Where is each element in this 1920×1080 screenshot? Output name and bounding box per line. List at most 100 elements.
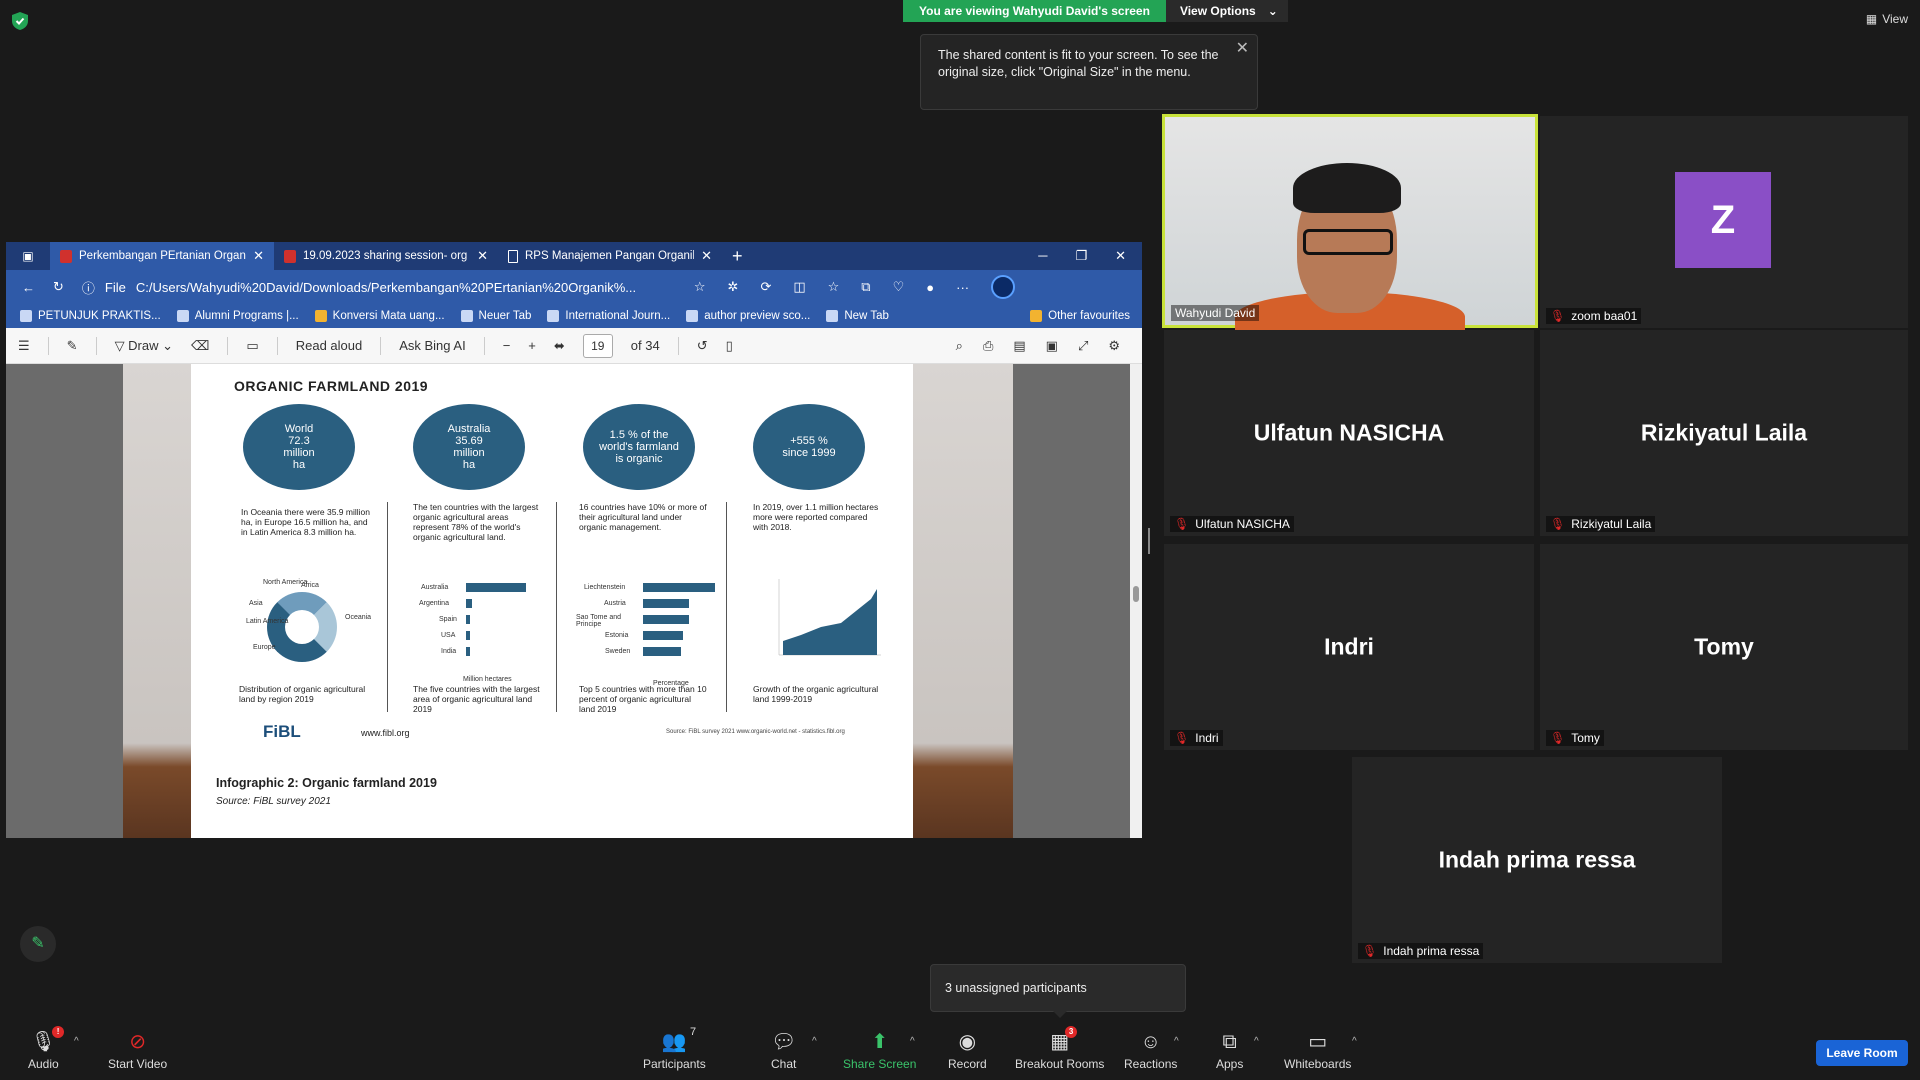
breakout-label: Breakout Rooms	[1015, 1057, 1105, 1071]
print-icon[interactable]: ⎙	[983, 338, 993, 354]
column-text: In Oceania there were 35.9 million ha, i…	[241, 507, 370, 537]
reactions-button[interactable]: ☺ Reactions	[1124, 1030, 1177, 1071]
pdf-viewer[interactable]: ORGANIC FARMLAND 2019 World 72.3 million…	[6, 364, 1142, 838]
mic-muted-icon: 🎙︎	[1550, 309, 1566, 323]
screen-share-banner: You are viewing Wahyudi David's screen V…	[903, 0, 1288, 22]
address-field[interactable]: ⓘ File C:/Users/Wahyudi%20David/Download…	[82, 278, 636, 297]
tab-2[interactable]: 19.09.2023 sharing session- org ✕	[274, 242, 498, 270]
share-screen-button[interactable]: ⬆ Share Screen	[843, 1030, 916, 1071]
audio-button[interactable]: 🎙︎! Audio	[28, 1026, 65, 1071]
favourite-item[interactable]: International Journ...	[547, 310, 670, 322]
profile-avatar[interactable]: ●	[926, 280, 934, 295]
leave-room-button[interactable]: Leave Room	[1816, 1040, 1908, 1066]
minimize-icon[interactable]: ─	[1038, 248, 1047, 264]
fit-page-icon[interactable]: ⬌	[554, 338, 565, 354]
close-icon[interactable]: ✕	[1236, 40, 1249, 57]
star-icon[interactable]: ☆	[694, 279, 706, 295]
security-shield-icon[interactable]	[12, 12, 28, 30]
favourite-item[interactable]: Konversi Mata uang...	[314, 310, 445, 322]
performance-icon[interactable]: ♡	[893, 279, 905, 295]
text-icon[interactable]: ▭	[246, 338, 258, 354]
scroll-thumb[interactable]	[1133, 586, 1139, 602]
favourites-icon[interactable]: ☆	[828, 279, 840, 295]
chat-button[interactable]: 💬︎ Chat	[771, 1030, 796, 1071]
favourite-item[interactable]: Alumni Programs |...	[176, 310, 299, 322]
read-aloud-button[interactable]: Read aloud	[296, 338, 363, 353]
restore-icon[interactable]: ❐	[1075, 248, 1087, 264]
chevron-up-icon[interactable]: ^	[74, 1036, 79, 1047]
contents-icon[interactable]: ☰	[18, 338, 30, 354]
chevron-up-icon[interactable]: ^	[1174, 1036, 1179, 1047]
save-as-icon[interactable]: ▣	[1046, 338, 1058, 354]
back-icon[interactable]: ←	[22, 280, 35, 295]
favourite-item[interactable]: New Tab	[826, 310, 889, 322]
tooltip-text: The shared content is fit to your screen…	[938, 48, 1219, 79]
tab-3[interactable]: RPS Manajemen Pangan Organik ✕	[498, 242, 722, 270]
bing-icon[interactable]	[991, 275, 1016, 299]
video-tile[interactable]: Rizkiyatul Laila 🎙︎ Rizkiyatul Laila	[1540, 330, 1908, 536]
video-tile[interactable]: Tomy 🎙︎ Tomy	[1540, 544, 1908, 750]
new-tab-button[interactable]: +	[722, 246, 753, 267]
start-video-button[interactable]: ⊘ Start Video	[108, 1030, 167, 1071]
address-url[interactable]: C:/Users/Wahyudi%20David/Downloads/Perke…	[136, 280, 636, 295]
meeting-toolbar: 🎙︎! Audio ^ ⊘ Start Video 👥 Participants…	[0, 1024, 1920, 1080]
participants-button[interactable]: 👥 Participants	[643, 1030, 706, 1071]
scrollbar[interactable]	[1130, 364, 1142, 838]
chart-caption: Top 5 countries with more than 10 percen…	[579, 684, 707, 714]
search-icon[interactable]: ⌕	[956, 338, 963, 354]
extension-icon[interactable]: ✲	[728, 279, 739, 295]
video-tile[interactable]: Indah prima ressa 🎙︎ Indah prima ressa	[1352, 757, 1722, 963]
close-icon[interactable]: ✕	[253, 248, 264, 264]
chevron-up-icon[interactable]: ^	[910, 1036, 915, 1047]
page-icon	[20, 310, 32, 322]
save-icon[interactable]: ▤	[1013, 338, 1025, 354]
video-tile-speaker[interactable]: Wahyudi David	[1162, 114, 1538, 342]
refresh-icon[interactable]: ↻	[53, 279, 64, 295]
settings-icon[interactable]: ⚙	[1108, 338, 1120, 354]
rotate-icon[interactable]: ↺	[697, 338, 708, 354]
page-number-input[interactable]: 19	[582, 333, 613, 358]
video-tile[interactable]: Ulfatun NASICHA 🎙︎ Ulfatun NASICHA	[1164, 330, 1534, 536]
close-icon[interactable]: ✕	[477, 248, 488, 264]
favourite-item[interactable]: PETUNJUK PRAKTIS...	[20, 310, 161, 322]
view-button[interactable]: ▦ View	[1866, 12, 1908, 26]
participant-hair	[1293, 163, 1401, 213]
collections-icon[interactable]: ⧉	[861, 279, 870, 295]
panel-splitter[interactable]	[1148, 528, 1150, 554]
other-favourites[interactable]: Other favourites	[1030, 310, 1142, 322]
split-screen-icon[interactable]: ◫	[793, 279, 805, 295]
highlight-icon[interactable]: ✎	[67, 338, 78, 354]
unassigned-participants-popup[interactable]: 3 unassigned participants	[930, 964, 1186, 1018]
whiteboards-button[interactable]: ▭ Whiteboards	[1284, 1030, 1351, 1071]
page-view-icon[interactable]: ▯	[726, 338, 733, 354]
zoom-out-icon[interactable]: −	[503, 338, 511, 353]
fullscreen-icon[interactable]: ⤢	[1078, 338, 1088, 354]
breakout-rooms-button[interactable]: ▦ 3 Breakout Rooms	[1015, 1026, 1105, 1071]
close-icon[interactable]: ✕	[701, 248, 712, 264]
view-options-button[interactable]: View Options ⌄	[1165, 0, 1288, 22]
annotate-pencil-icon[interactable]: ✎	[20, 926, 56, 962]
chevron-up-icon[interactable]: ^	[1254, 1036, 1259, 1047]
window-icon[interactable]: ▣	[6, 249, 50, 263]
infographic-source: Source: FiBL survey 2021	[216, 796, 331, 807]
participant-name: zoom baa01	[1571, 309, 1638, 323]
refresh-extension-icon[interactable]: ⟳	[760, 279, 771, 295]
apps-button[interactable]: ⧉ Apps	[1216, 1030, 1243, 1071]
participant-name-row: 🎙︎ zoom baa01	[1546, 308, 1642, 324]
more-icon[interactable]: ···	[956, 280, 969, 295]
eraser-icon[interactable]: ⌫	[191, 338, 209, 354]
close-window-icon[interactable]: ✕	[1115, 248, 1126, 264]
chevron-up-icon[interactable]: ^	[812, 1036, 817, 1047]
area-bar	[466, 647, 470, 656]
ask-bing-button[interactable]: Ask Bing AI	[399, 338, 465, 353]
favourite-item[interactable]: Neuer Tab	[460, 310, 531, 322]
tab-1[interactable]: Perkembangan PErtanian Organi ✕	[50, 242, 274, 270]
draw-label: Draw	[128, 337, 159, 353]
draw-button[interactable]: ▽ Draw ⌄	[115, 338, 173, 354]
chevron-up-icon[interactable]: ^	[1352, 1036, 1357, 1047]
favourite-item[interactable]: author preview sco...	[686, 310, 810, 322]
zoom-in-icon[interactable]: +	[528, 338, 536, 353]
record-button[interactable]: ◉ Record	[948, 1030, 987, 1071]
video-tile[interactable]: Indri 🎙︎ Indri	[1164, 544, 1534, 750]
shared-browser-window[interactable]: ▣ Perkembangan PErtanian Organi ✕ 19.09.…	[6, 242, 1142, 838]
